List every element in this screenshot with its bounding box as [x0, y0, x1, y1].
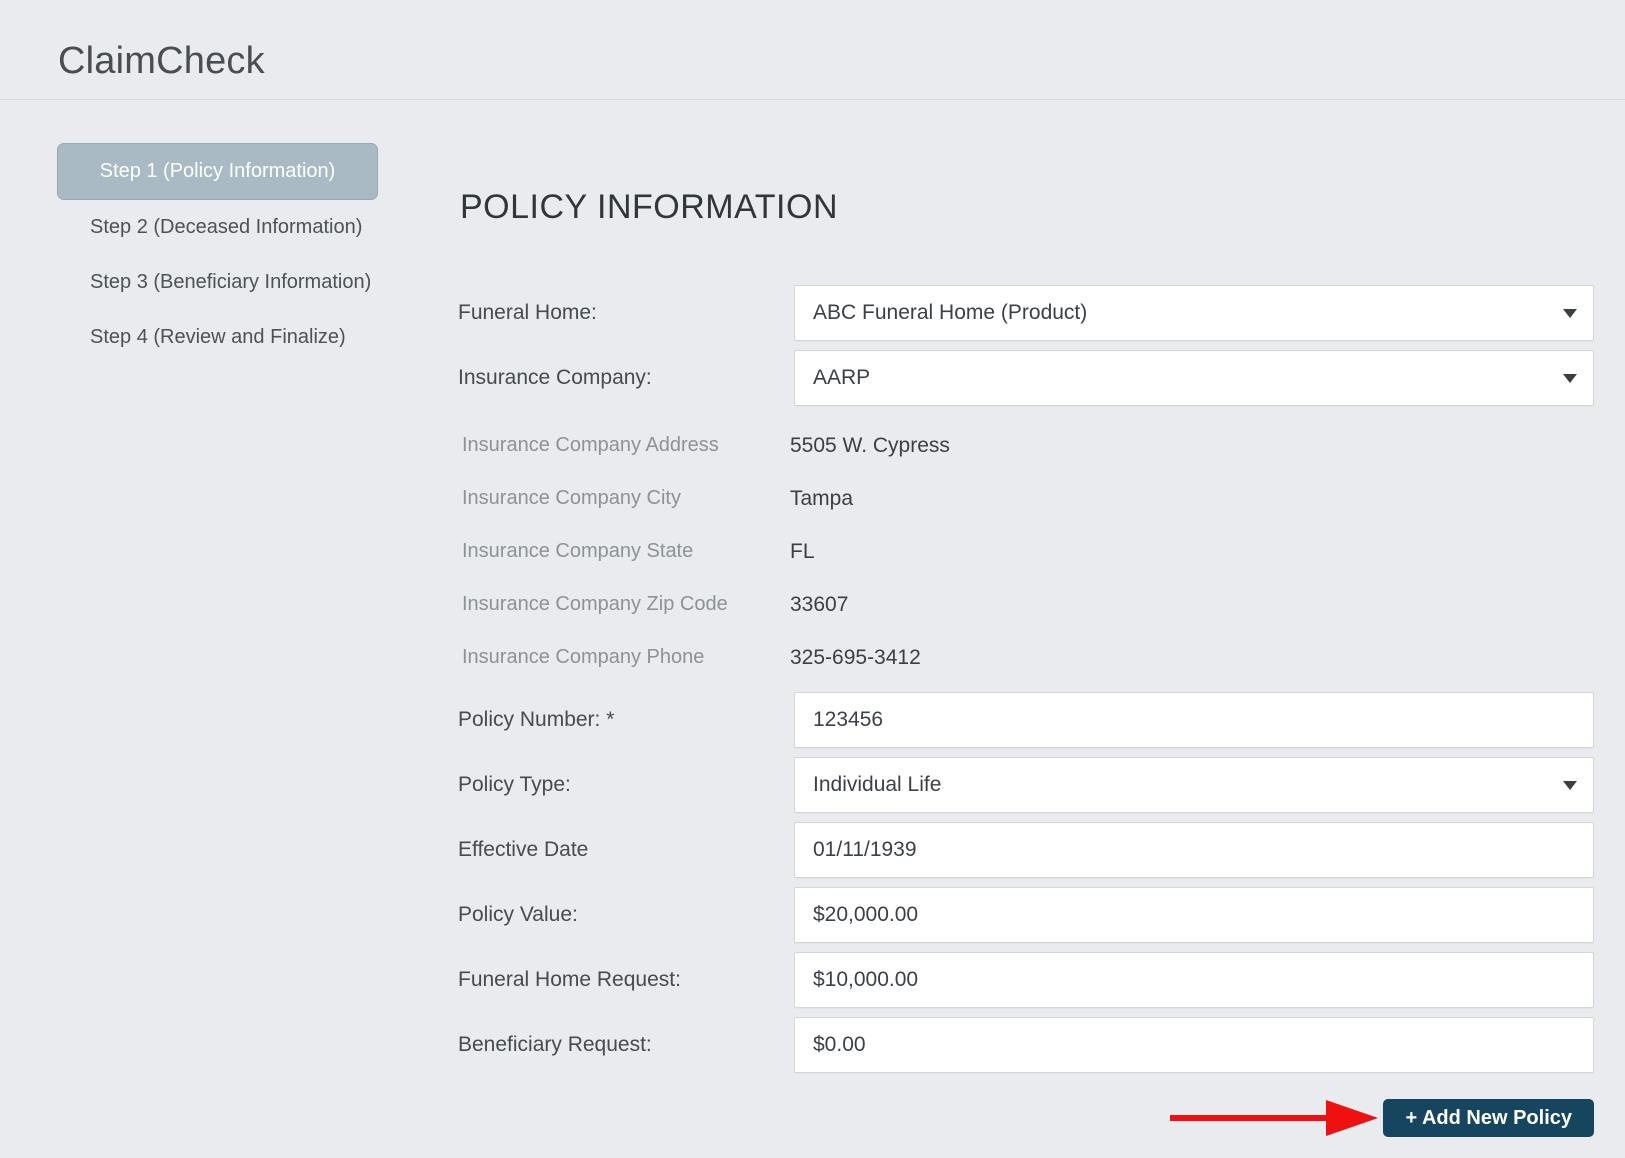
effective-date-input[interactable] — [794, 822, 1594, 878]
funeral-home-request-input[interactable] — [794, 952, 1594, 1008]
sidebar-item-step-2[interactable]: Step 2 (Deceased Information) — [57, 200, 378, 255]
funeral-home-selected-value: ABC Funeral Home (Product) — [813, 301, 1088, 324]
insurance-city-value: Tampa — [790, 486, 854, 510]
policy-number-input[interactable] — [794, 692, 1594, 748]
insurance-address-label: Insurance Company Address — [462, 434, 719, 456]
insurance-company-label: Insurance Company: — [458, 366, 652, 389]
insurance-city-row: Insurance Company City Tampa — [458, 472, 1594, 525]
insurance-company-select[interactable]: AARP — [794, 350, 1594, 406]
insurance-zip-value: 33607 — [790, 592, 849, 616]
policy-value-row: Policy Value: — [458, 887, 1594, 943]
insurance-company-details: Insurance Company Address 5505 W. Cypres… — [458, 419, 1594, 684]
effective-date-row: Effective Date — [458, 822, 1594, 878]
policy-value-input[interactable] — [794, 887, 1594, 943]
insurance-address-value: 5505 W. Cypress — [790, 433, 950, 457]
policy-number-row: Policy Number: * — [458, 692, 1594, 748]
arrow-head — [1326, 1100, 1379, 1136]
policy-type-label: Policy Type: — [458, 773, 571, 796]
insurance-phone-label: Insurance Company Phone — [462, 646, 705, 668]
insurance-phone-value: 325-695-3412 — [790, 645, 921, 669]
add-new-policy-button[interactable]: + Add New Policy — [1383, 1099, 1594, 1137]
step-2-label: Step 2 (Deceased Information) — [90, 216, 363, 238]
policy-value-label: Policy Value: — [458, 903, 578, 926]
beneficiary-request-input[interactable] — [794, 1017, 1594, 1073]
insurance-phone-row: Insurance Company Phone 325-695-3412 — [458, 631, 1594, 684]
app-header: ClaimCheck — [0, 0, 1625, 100]
sidebar-item-step-4[interactable]: Step 4 (Review and Finalize) — [57, 310, 378, 365]
funeral-home-row: Funeral Home: ABC Funeral Home (Product) — [458, 285, 1594, 341]
insurance-state-label: Insurance Company State — [462, 540, 694, 562]
chevron-down-icon — [1563, 373, 1577, 383]
policy-type-row: Policy Type: Individual Life — [458, 757, 1594, 813]
app-title: ClaimCheck — [58, 40, 265, 82]
arrow-line — [1170, 1115, 1327, 1121]
step-3-label: Step 3 (Beneficiary Information) — [90, 271, 372, 293]
funeral-home-request-row: Funeral Home Request: — [458, 952, 1594, 1008]
policy-number-label: Policy Number: * — [458, 708, 615, 731]
effective-date-label: Effective Date — [458, 838, 589, 861]
insurance-company-row: Insurance Company: AARP — [458, 350, 1594, 406]
page-title: POLICY INFORMATION — [460, 188, 839, 226]
chevron-down-icon — [1563, 308, 1577, 318]
insurance-state-row: Insurance Company State FL — [458, 525, 1594, 578]
sidebar-item-step-3[interactable]: Step 3 (Beneficiary Information) — [57, 255, 378, 310]
sidebar-item-step-1[interactable]: Step 1 (Policy Information) — [57, 143, 378, 200]
funeral-home-select[interactable]: ABC Funeral Home (Product) — [794, 285, 1594, 341]
form-actions: + Add New Policy — [458, 1099, 1594, 1137]
step-4-label: Step 4 (Review and Finalize) — [90, 326, 346, 348]
step-navigation: Step 1 (Policy Information) Step 2 (Dece… — [57, 143, 378, 365]
funeral-home-label: Funeral Home: — [458, 301, 597, 324]
chevron-down-icon — [1563, 780, 1577, 790]
insurance-zip-label: Insurance Company Zip Code — [462, 593, 728, 615]
policy-type-select[interactable]: Individual Life — [794, 757, 1594, 813]
insurance-city-label: Insurance Company City — [462, 487, 681, 509]
insurance-company-selected-value: AARP — [813, 366, 871, 389]
beneficiary-request-label: Beneficiary Request: — [458, 1033, 652, 1056]
insurance-zip-row: Insurance Company Zip Code 33607 — [458, 578, 1594, 631]
funeral-home-request-label: Funeral Home Request: — [458, 968, 681, 991]
step-1-label: Step 1 (Policy Information) — [99, 160, 336, 182]
beneficiary-request-row: Beneficiary Request: — [458, 1017, 1594, 1073]
annotation-arrow-icon — [1170, 1100, 1379, 1136]
insurance-address-row: Insurance Company Address 5505 W. Cypres… — [458, 419, 1594, 472]
insurance-state-value: FL — [790, 539, 815, 563]
policy-type-selected-value: Individual Life — [813, 773, 942, 796]
policy-information-form: POLICY INFORMATION Funeral Home: ABC Fun… — [458, 188, 1594, 1137]
